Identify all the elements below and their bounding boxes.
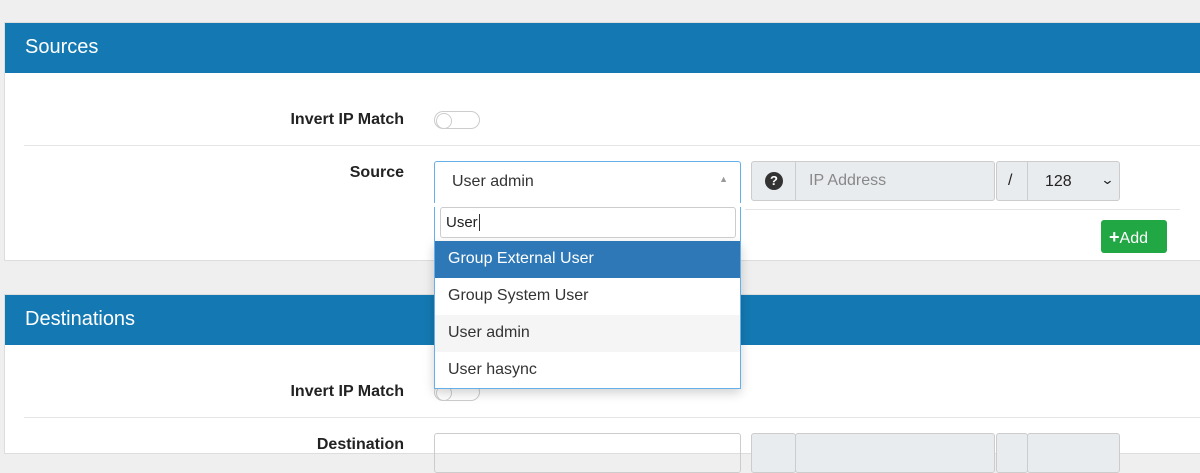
- dropdown-option[interactable]: Group System User: [435, 278, 740, 315]
- plus-icon: +: [1109, 227, 1120, 247]
- source-selected-value: User admin: [452, 173, 534, 190]
- dropdown-option[interactable]: Group External User: [435, 241, 740, 278]
- text-cursor: [478, 214, 480, 231]
- dest-mask-select[interactable]: [1027, 433, 1120, 473]
- add-button[interactable]: +Add: [1101, 220, 1167, 253]
- dropdown-option[interactable]: User admin: [435, 315, 740, 352]
- sources-header: Sources: [5, 23, 1200, 73]
- dest-slash-addon: [996, 433, 1028, 473]
- chevron-down-icon: ⌄: [1100, 172, 1115, 187]
- caret-up-icon: ▲: [719, 174, 728, 184]
- invert-ip-match-label: Invert IP Match: [290, 111, 404, 128]
- dest-ip-input[interactable]: [795, 433, 995, 473]
- source-select[interactable]: User admin ▲: [434, 161, 741, 203]
- add-label: Add: [1119, 230, 1148, 247]
- source-dropdown: Group External User Group System User Us…: [434, 241, 741, 389]
- ip-address-input[interactable]: IP Address: [795, 161, 995, 201]
- dest-help-addon[interactable]: [751, 433, 796, 473]
- search-value: User: [446, 214, 478, 231]
- destination-select[interactable]: [434, 433, 741, 473]
- slash-addon: /: [996, 161, 1028, 201]
- question-circle-icon: ?: [765, 172, 783, 190]
- source-label: Source: [349, 164, 404, 181]
- help-icon-addon[interactable]: ?: [751, 161, 796, 201]
- mask-value: 128: [1045, 173, 1072, 190]
- divider: [745, 209, 1180, 210]
- divider: [24, 145, 1200, 146]
- mask-select[interactable]: 128 ⌄: [1027, 161, 1120, 201]
- dest-invert-ip-match-label: Invert IP Match: [290, 383, 404, 400]
- source-search-input[interactable]: User: [440, 207, 736, 238]
- divider: [24, 417, 1200, 418]
- dropdown-option[interactable]: User hasync: [435, 352, 740, 389]
- invert-ip-match-toggle[interactable]: [434, 111, 480, 129]
